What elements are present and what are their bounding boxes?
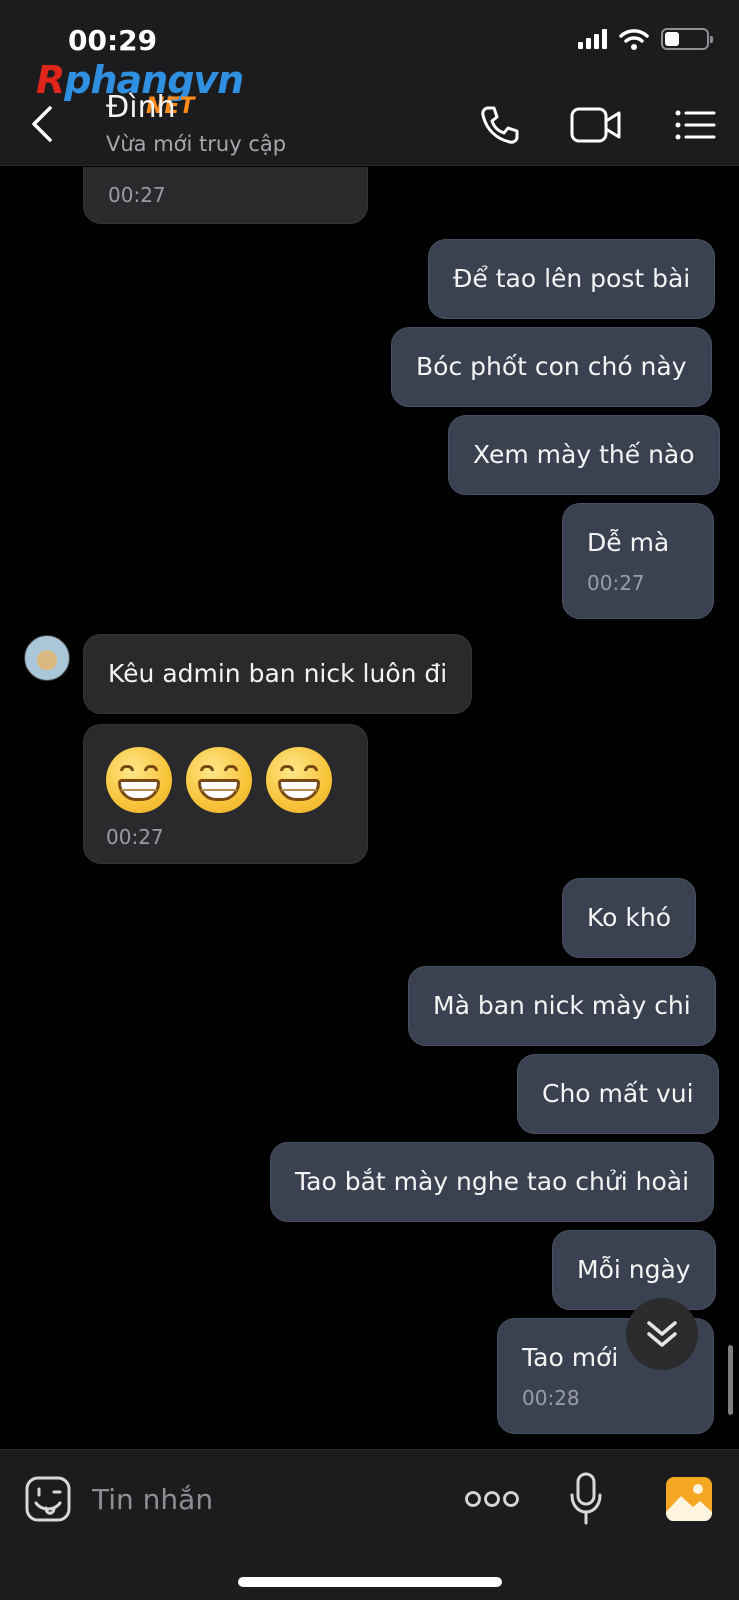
message-bubble-outgoing[interactable]: Cho mất vui (517, 1054, 719, 1134)
message-text: Mỗi ngày (577, 1255, 691, 1284)
menu-icon (675, 110, 716, 140)
message-time: 00:28 (522, 1386, 580, 1410)
message-text: Kêu admin ban nick luôn đi (108, 659, 448, 688)
message-input[interactable] (92, 1472, 432, 1526)
message-time: 00:27 (587, 571, 645, 595)
message-text: Dễ mà (587, 528, 670, 557)
message-time: 00:27 (108, 183, 166, 207)
contact-status: Vừa mới truy cập (106, 132, 287, 156)
scroll-to-bottom-button[interactable] (626, 1298, 698, 1370)
message-bubble-outgoing[interactable]: Mỗi ngày (552, 1230, 716, 1310)
call-button[interactable] (474, 100, 524, 150)
phone-icon (481, 106, 519, 144)
message-text: Tao bắt mày nghe tao chửi hoài (295, 1167, 690, 1196)
message-text: Để tao lên post bài (453, 264, 691, 293)
more-button[interactable] (462, 1472, 522, 1526)
grinning-face-icon (106, 747, 172, 813)
microphone-icon (570, 1472, 602, 1525)
chat-area[interactable]: 00:27 Để tao lên post bài Bóc phốt con c… (0, 167, 739, 1449)
message-bubble-outgoing[interactable]: Tao bắt mày nghe tao chửi hoài (270, 1142, 715, 1222)
message-bubble-outgoing[interactable]: Mà ban nick mày chi (408, 966, 716, 1046)
message-text: Xem mày thế nào (473, 440, 695, 469)
message-bubble-incoming[interactable]: 00:27 (83, 724, 368, 864)
message-bubble-incoming[interactable]: 00:27 (83, 167, 368, 224)
message-text: Ko khó (587, 903, 672, 932)
back-button[interactable] (28, 104, 58, 144)
message-bubble-outgoing[interactable]: Để tao lên post bài (428, 239, 716, 319)
sticker-button[interactable] (22, 1472, 74, 1526)
video-call-button[interactable] (568, 100, 624, 150)
scrollbar[interactable] (728, 1345, 733, 1415)
top-bar: 00:29 Rphangvn NET Đình Vừa mới truy cập (0, 0, 739, 166)
message-text: Mà ban nick mày chi (433, 991, 691, 1020)
message-text: Cho mất vui (542, 1079, 694, 1108)
image-button[interactable] (664, 1472, 714, 1526)
message-bubble-outgoing[interactable]: Ko khó (562, 878, 697, 958)
message-text: Tao mới (522, 1343, 619, 1372)
battery-icon (661, 28, 713, 50)
message-text: Bóc phốt con chó này (416, 352, 687, 381)
emoji-row (106, 747, 345, 813)
bottom-bar (0, 1449, 739, 1600)
grinning-face-icon (186, 747, 252, 813)
wifi-icon (619, 29, 649, 50)
more-icon (465, 1491, 519, 1507)
message-bubble-outgoing[interactable]: Bóc phốt con chó này (391, 327, 712, 407)
menu-button[interactable] (670, 100, 720, 150)
voice-button[interactable] (566, 1468, 606, 1530)
message-time: 00:27 (106, 825, 164, 849)
cellular-signal-icon (578, 29, 607, 49)
grinning-face-icon (266, 747, 332, 813)
message-bubble-outgoing[interactable]: Dễ mà 00:27 (562, 503, 714, 619)
back-icon (32, 106, 52, 142)
message-bubble-incoming[interactable]: Kêu admin ban nick luôn đi (83, 634, 473, 714)
home-indicator[interactable] (238, 1577, 502, 1587)
contact-name[interactable]: Đình (106, 90, 176, 125)
video-call-icon (570, 107, 621, 143)
status-time: 00:29 (68, 24, 158, 57)
status-icons (578, 28, 713, 50)
message-bubble-outgoing[interactable]: Xem mày thế nào (448, 415, 720, 495)
double-chevron-down-icon (647, 1321, 677, 1347)
sticker-icon (25, 1476, 71, 1522)
avatar[interactable] (24, 635, 70, 681)
image-icon (666, 1477, 712, 1521)
